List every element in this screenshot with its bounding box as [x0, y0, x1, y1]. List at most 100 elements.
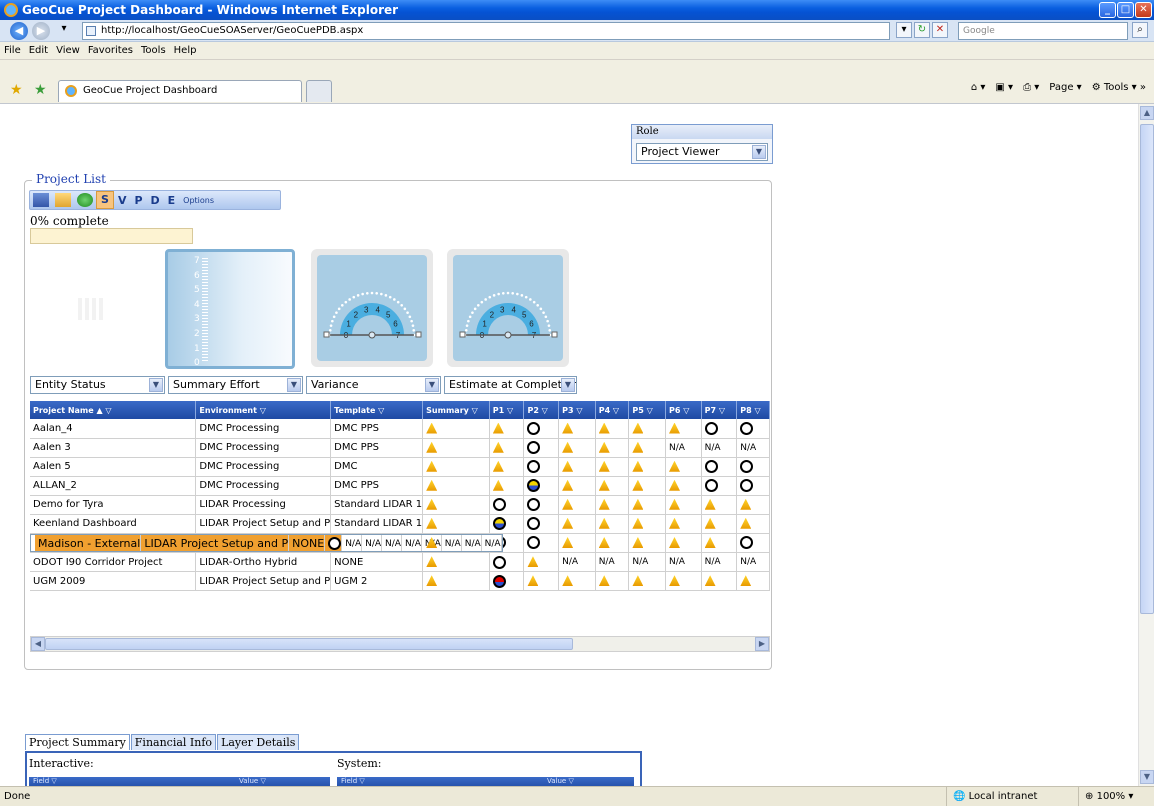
home-icon[interactable]: ⌂ ▾ [971, 82, 986, 93]
empty-circle-icon [740, 536, 754, 550]
close-button[interactable]: ✕ [1135, 2, 1152, 18]
dial-scale-dot [380, 292, 383, 296]
scroll-up-icon[interactable]: ▲ [1140, 106, 1154, 120]
page-vertical-scrollbar[interactable]: ▲ ▼ [1138, 104, 1154, 786]
grid-column-header[interactable]: P7 ▽ [701, 401, 738, 419]
status-cell [736, 495, 770, 515]
toolbar-e-button[interactable]: E [164, 194, 180, 207]
stop-icon[interactable]: ✕ [932, 22, 948, 38]
dial-scale-dot [331, 319, 334, 323]
toolbar-v-button[interactable]: V [114, 194, 131, 207]
grid-column-header[interactable]: P5 ▽ [628, 401, 666, 419]
minimize-button[interactable]: _ [1099, 2, 1116, 18]
tab-project-summary[interactable]: Project Summary [25, 734, 130, 750]
grid-column-header[interactable]: P2 ▽ [523, 401, 560, 419]
toolbar-p-button[interactable]: P [130, 194, 146, 207]
scroll-thumb[interactable] [45, 638, 573, 650]
toolbar-d-button[interactable]: D [147, 194, 164, 207]
grid-column-header[interactable]: Template ▽ [330, 401, 424, 419]
warning-triangle-icon [492, 441, 504, 453]
menu-help[interactable]: Help [170, 42, 201, 59]
status-cell [628, 457, 666, 477]
search-input[interactable]: Google [958, 22, 1128, 40]
status-cell [595, 438, 630, 458]
dial-scale-dot [335, 311, 338, 314]
table-row[interactable]: ODOT I90 Corridor Project LIDAR-Ortho Hyb… [30, 552, 770, 572]
search-icon[interactable]: ⌕ [1132, 22, 1148, 38]
summary-effort-select[interactable]: Summary Effort ▼ [168, 376, 303, 394]
menu-view[interactable]: View [52, 42, 84, 59]
favorites-star-icon[interactable]: ★ [10, 82, 23, 98]
window-title-bar: GeoCue Project Dashboard - Windows Inter… [0, 0, 1154, 20]
zoom-control[interactable]: ⊕ 100% ▾ [1078, 787, 1133, 806]
open-folder-icon[interactable] [55, 193, 71, 207]
toolbar-s-button[interactable]: S [96, 191, 114, 209]
toolbar-options-button[interactable]: Options [179, 196, 218, 205]
table-row[interactable]: Aalen 5 DMC Processing DMC [30, 457, 770, 477]
scroll-thumb[interactable] [1140, 124, 1154, 614]
grid-column-header[interactable]: P8 ▽ [736, 401, 770, 419]
grid-horizontal-scrollbar[interactable]: ◀ ▶ [30, 636, 770, 652]
template-cell: DMC PPS [330, 438, 424, 458]
dial-tick-label: 6 [393, 320, 398, 329]
warning-triangle-icon [562, 460, 574, 472]
refresh-icon[interactable]: ↻ [914, 22, 930, 38]
empty-circle-icon [740, 421, 754, 435]
scroll-down-icon[interactable]: ▼ [1140, 770, 1154, 784]
status-cell [736, 533, 770, 553]
variance-select[interactable]: Variance ▼ [306, 376, 441, 394]
dial-scale-dot [465, 324, 469, 327]
table-row[interactable]: Keenland Dashboard LIDAR Project Setup an… [30, 514, 770, 534]
history-dropdown-icon[interactable]: ▾ [56, 22, 72, 38]
menu-file[interactable]: File [0, 42, 25, 59]
print-icon[interactable]: ⎙ ▾ [1023, 82, 1039, 93]
status-cell [523, 571, 560, 591]
tools-menu[interactable]: ⚙ Tools ▾ » [1092, 82, 1146, 93]
dial-min-marker [459, 331, 466, 338]
menu-tools[interactable]: Tools [137, 42, 170, 59]
grid-column-header[interactable]: P3 ▽ [558, 401, 596, 419]
environment-cell: LIDAR Project Setup and P [140, 534, 290, 551]
status-cell [595, 533, 630, 553]
menu-favorites[interactable]: Favorites [84, 42, 137, 59]
entity-status-select[interactable]: Entity Status ▼ [30, 376, 165, 394]
grid-column-header[interactable]: P4 ▽ [595, 401, 630, 419]
estimate-select[interactable]: Estimate at Completion ▼ [444, 376, 577, 394]
url-dropdown-icon[interactable]: ▾ [896, 22, 912, 38]
forward-button[interactable]: ▶ [32, 22, 50, 40]
maximize-button[interactable]: □ [1117, 2, 1134, 18]
warning-triangle-icon [668, 422, 680, 434]
feeds-icon[interactable]: ▣ ▾ [995, 82, 1013, 93]
export-icon[interactable] [33, 193, 49, 207]
dial-scale-dot [396, 300, 400, 304]
page-menu[interactable]: Page ▾ [1049, 82, 1081, 93]
new-tab-button[interactable] [306, 80, 332, 102]
tab-financial-info[interactable]: Financial Info [130, 734, 217, 750]
table-row[interactable]: Aalan_4 DMC Processing DMC PPS [30, 419, 770, 439]
back-button[interactable]: ◀ [10, 22, 28, 40]
grid-column-header[interactable]: P1 ▽ [489, 401, 525, 419]
url-input[interactable]: http://localhost/GeoCueSOAServer/GeoCueP… [82, 22, 890, 40]
scroll-right-icon[interactable]: ▶ [755, 637, 769, 651]
refresh-icon[interactable] [77, 193, 93, 207]
dial-scale-dot [344, 300, 348, 304]
status-cell: N/A [381, 534, 402, 551]
scroll-left-icon[interactable]: ◀ [31, 637, 45, 651]
menu-edit[interactable]: Edit [25, 42, 52, 59]
add-favorite-icon[interactable]: ★ [34, 82, 47, 98]
dial-tick-label: 4 [376, 306, 381, 315]
table-row[interactable]: UGM 2009 LIDAR Project Setup and P UGM 2 [30, 571, 770, 591]
grid-column-header[interactable]: Project Name ▲ ▽ [30, 401, 197, 419]
grid-column-header[interactable]: Environment ▽ [195, 401, 332, 419]
dial-gauge-1-svg: 01234567 [323, 291, 422, 340]
browser-tab[interactable]: GeoCue Project Dashboard [58, 80, 302, 102]
table-row[interactable]: Demo for Tyra LIDAR Processing Standard LI… [30, 495, 770, 515]
role-select[interactable]: Project Viewer ▼ [636, 143, 768, 161]
warning-triangle-icon [527, 575, 539, 587]
table-row[interactable]: ALLAN_2 DMC Processing DMC PPS [30, 476, 770, 496]
grid-column-header[interactable]: P6 ▽ [665, 401, 702, 419]
warning-triangle-icon [632, 460, 644, 472]
table-row[interactable]: Aalen 3 DMC Processing DMC PPS N/A N/A N/A [30, 438, 770, 458]
tab-layer-details[interactable]: Layer Details [217, 734, 300, 750]
grid-column-header[interactable]: Summary ▽ [422, 401, 490, 419]
